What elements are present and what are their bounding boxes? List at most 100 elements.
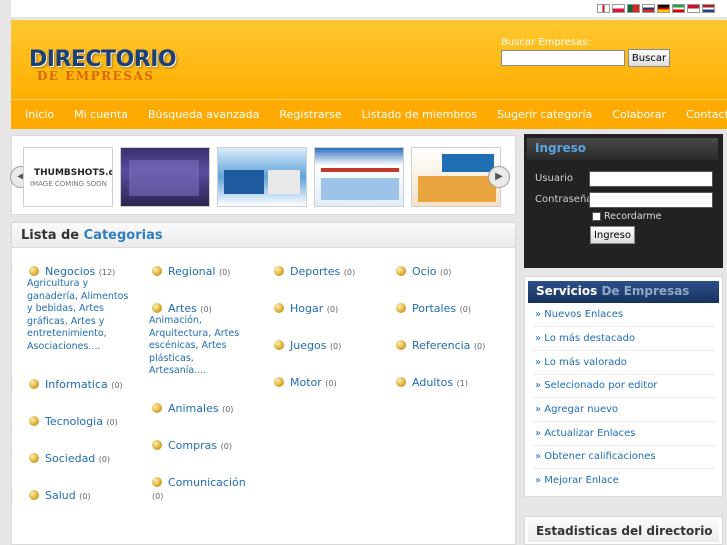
nav-busqueda-avanzada[interactable]: Búsqueda avanzada — [148, 108, 259, 121]
category-deportes[interactable]: Deportes (0) — [274, 265, 355, 279]
nav-contacto[interactable]: Contacto — [686, 108, 727, 121]
stats-title: Estadisticas del directorio — [528, 520, 719, 542]
nav-sugerir-categoria[interactable]: Sugerir categoría — [497, 108, 592, 121]
subcategories-negocios[interactable]: Agricultura y ganadería, Alimentos y beb… — [27, 278, 132, 353]
category-bullet-icon — [152, 266, 162, 276]
categories-panel: Lista de Categorias Negocios (12) Agricu… — [11, 222, 516, 545]
site-thumbnail[interactable]: THUMBSHOTS.com IMAGE COMING SOON — [23, 147, 113, 207]
username-field[interactable] — [589, 171, 713, 187]
category-motor[interactable]: Motor (0) — [274, 376, 337, 390]
category-compras[interactable]: Compras (0) — [152, 439, 232, 453]
ru-flag-icon[interactable] — [642, 4, 655, 13]
category-bullet-icon — [274, 340, 284, 350]
category-name[interactable]: Compras — [168, 439, 217, 452]
category-juegos[interactable]: Juegos (0) — [274, 339, 341, 353]
category-name[interactable]: Juegos — [290, 339, 326, 352]
login-button[interactable]: Ingreso — [590, 226, 635, 244]
category-adultos[interactable]: Adultos (1) — [396, 376, 468, 390]
category-bullet-icon — [396, 340, 406, 350]
search-input[interactable] — [501, 50, 625, 66]
category-name[interactable]: Ocio — [412, 265, 437, 278]
id-flag-icon[interactable] — [687, 4, 700, 13]
de-flag-icon[interactable] — [657, 4, 670, 13]
service-link-calificaciones[interactable]: » Obtener calificaciones — [535, 451, 715, 462]
categories-title: Lista de Categorias — [12, 223, 515, 248]
category-bullet-icon — [274, 266, 284, 276]
carousel-next-icon[interactable]: ▶ — [488, 166, 510, 188]
category-name[interactable]: Adultos — [412, 376, 453, 389]
search-button[interactable]: Buscar — [628, 49, 670, 67]
category-count: (0) — [220, 442, 232, 451]
category-bullet-icon — [396, 303, 406, 313]
category-portales[interactable]: Portales (0) — [396, 302, 471, 316]
category-name[interactable]: Animales — [168, 402, 219, 415]
category-bullet-icon — [396, 377, 406, 387]
main-navigation: Inicio Mi cuenta Búsqueda avanzada Regis… — [11, 99, 727, 129]
category-bullet-icon — [29, 490, 39, 500]
site-thumbnail[interactable] — [217, 147, 307, 207]
uk-flag-icon[interactable] — [597, 4, 610, 13]
category-name[interactable]: Artes — [168, 302, 197, 315]
service-link-mejorar[interactable]: » Mejorar Enlace — [535, 475, 715, 486]
category-bullet-icon — [274, 303, 284, 313]
nav-mi-cuenta[interactable]: Mi cuenta — [74, 108, 128, 121]
category-name[interactable]: Hogar — [290, 302, 323, 315]
nav-colaborar[interactable]: Colaborar — [612, 108, 666, 121]
nav-listado-miembros[interactable]: Listado de miembros — [362, 108, 477, 121]
category-name[interactable]: Regional — [168, 265, 215, 278]
category-count: (0) — [326, 305, 339, 314]
category-name[interactable]: Referencia — [412, 339, 470, 352]
subcategories-artes[interactable]: Animación, Arquitectura, Artes escénicas… — [149, 315, 241, 378]
username-label: Usuario — [535, 173, 574, 184]
service-link-destacado[interactable]: » Lo más destacado — [535, 333, 715, 344]
category-name[interactable]: Salud — [45, 489, 76, 502]
service-link-valorado[interactable]: » Lo más valorado — [535, 357, 715, 368]
category-regional[interactable]: Regional (0) — [152, 265, 230, 279]
category-bullet-icon — [29, 416, 39, 426]
category-name[interactable]: Sociedad — [45, 452, 95, 465]
category-count: (0) — [218, 268, 231, 277]
category-bullet-icon — [29, 379, 39, 389]
category-hogar[interactable]: Hogar (0) — [274, 302, 338, 316]
category-count: (0) — [473, 342, 486, 351]
site-thumbnail[interactable] — [314, 147, 404, 207]
password-field[interactable] — [589, 192, 713, 208]
category-referencia[interactable]: Referencia (0) — [396, 339, 485, 353]
service-link-actualizar[interactable]: » Actualizar Enlaces — [535, 428, 715, 439]
categories-title-prefix: Lista de — [21, 228, 80, 243]
category-animales[interactable]: Animales (0) — [152, 402, 233, 416]
category-name[interactable]: Motor — [290, 376, 322, 389]
divider — [533, 374, 715, 375]
category-comunicacion[interactable]: Comunicación (0) — [152, 476, 252, 503]
category-name[interactable]: Informatica — [45, 378, 108, 391]
divider — [533, 445, 715, 446]
category-salud[interactable]: Salud (0) — [29, 489, 91, 503]
ir-flag-icon[interactable] — [672, 4, 685, 13]
service-link-selecionado[interactable]: » Selecionado por editor — [535, 380, 715, 391]
pl-flag-icon[interactable] — [612, 4, 625, 13]
pt-flag-icon[interactable] — [627, 4, 640, 13]
category-tecnologia[interactable]: Tecnologia (0) — [29, 415, 118, 429]
category-bullet-icon — [152, 440, 162, 450]
site-thumbnail[interactable] — [120, 147, 210, 207]
nav-inicio[interactable]: Inicio — [25, 108, 54, 121]
nl-flag-icon[interactable] — [702, 4, 715, 13]
divider — [533, 326, 715, 327]
category-negocios[interactable]: Negocios (12) — [29, 265, 115, 279]
category-count: (0) — [440, 268, 452, 277]
category-sociedad[interactable]: Sociedad (0) — [29, 452, 110, 466]
remember-checkbox[interactable] — [592, 212, 601, 221]
category-name[interactable]: Tecnologia — [45, 415, 103, 428]
category-name[interactable]: Portales — [412, 302, 456, 315]
nav-registrarse[interactable]: Registrarse — [279, 108, 341, 121]
service-link-nuevos-enlaces[interactable]: » Nuevos Enlaces — [535, 309, 715, 320]
service-link-agregar[interactable]: » Agregar nuevo — [535, 404, 715, 415]
category-informatica[interactable]: Informatica (0) — [29, 378, 123, 392]
category-bullet-icon — [29, 266, 39, 276]
category-name[interactable]: Deportes — [290, 265, 340, 278]
category-ocio[interactable]: Ocio (0) — [396, 265, 451, 279]
category-artes[interactable]: Artes (0) — [152, 302, 212, 316]
category-bullet-icon — [152, 403, 162, 413]
category-name[interactable]: Comunicación — [168, 476, 246, 489]
category-name[interactable]: Negocios — [45, 265, 95, 278]
